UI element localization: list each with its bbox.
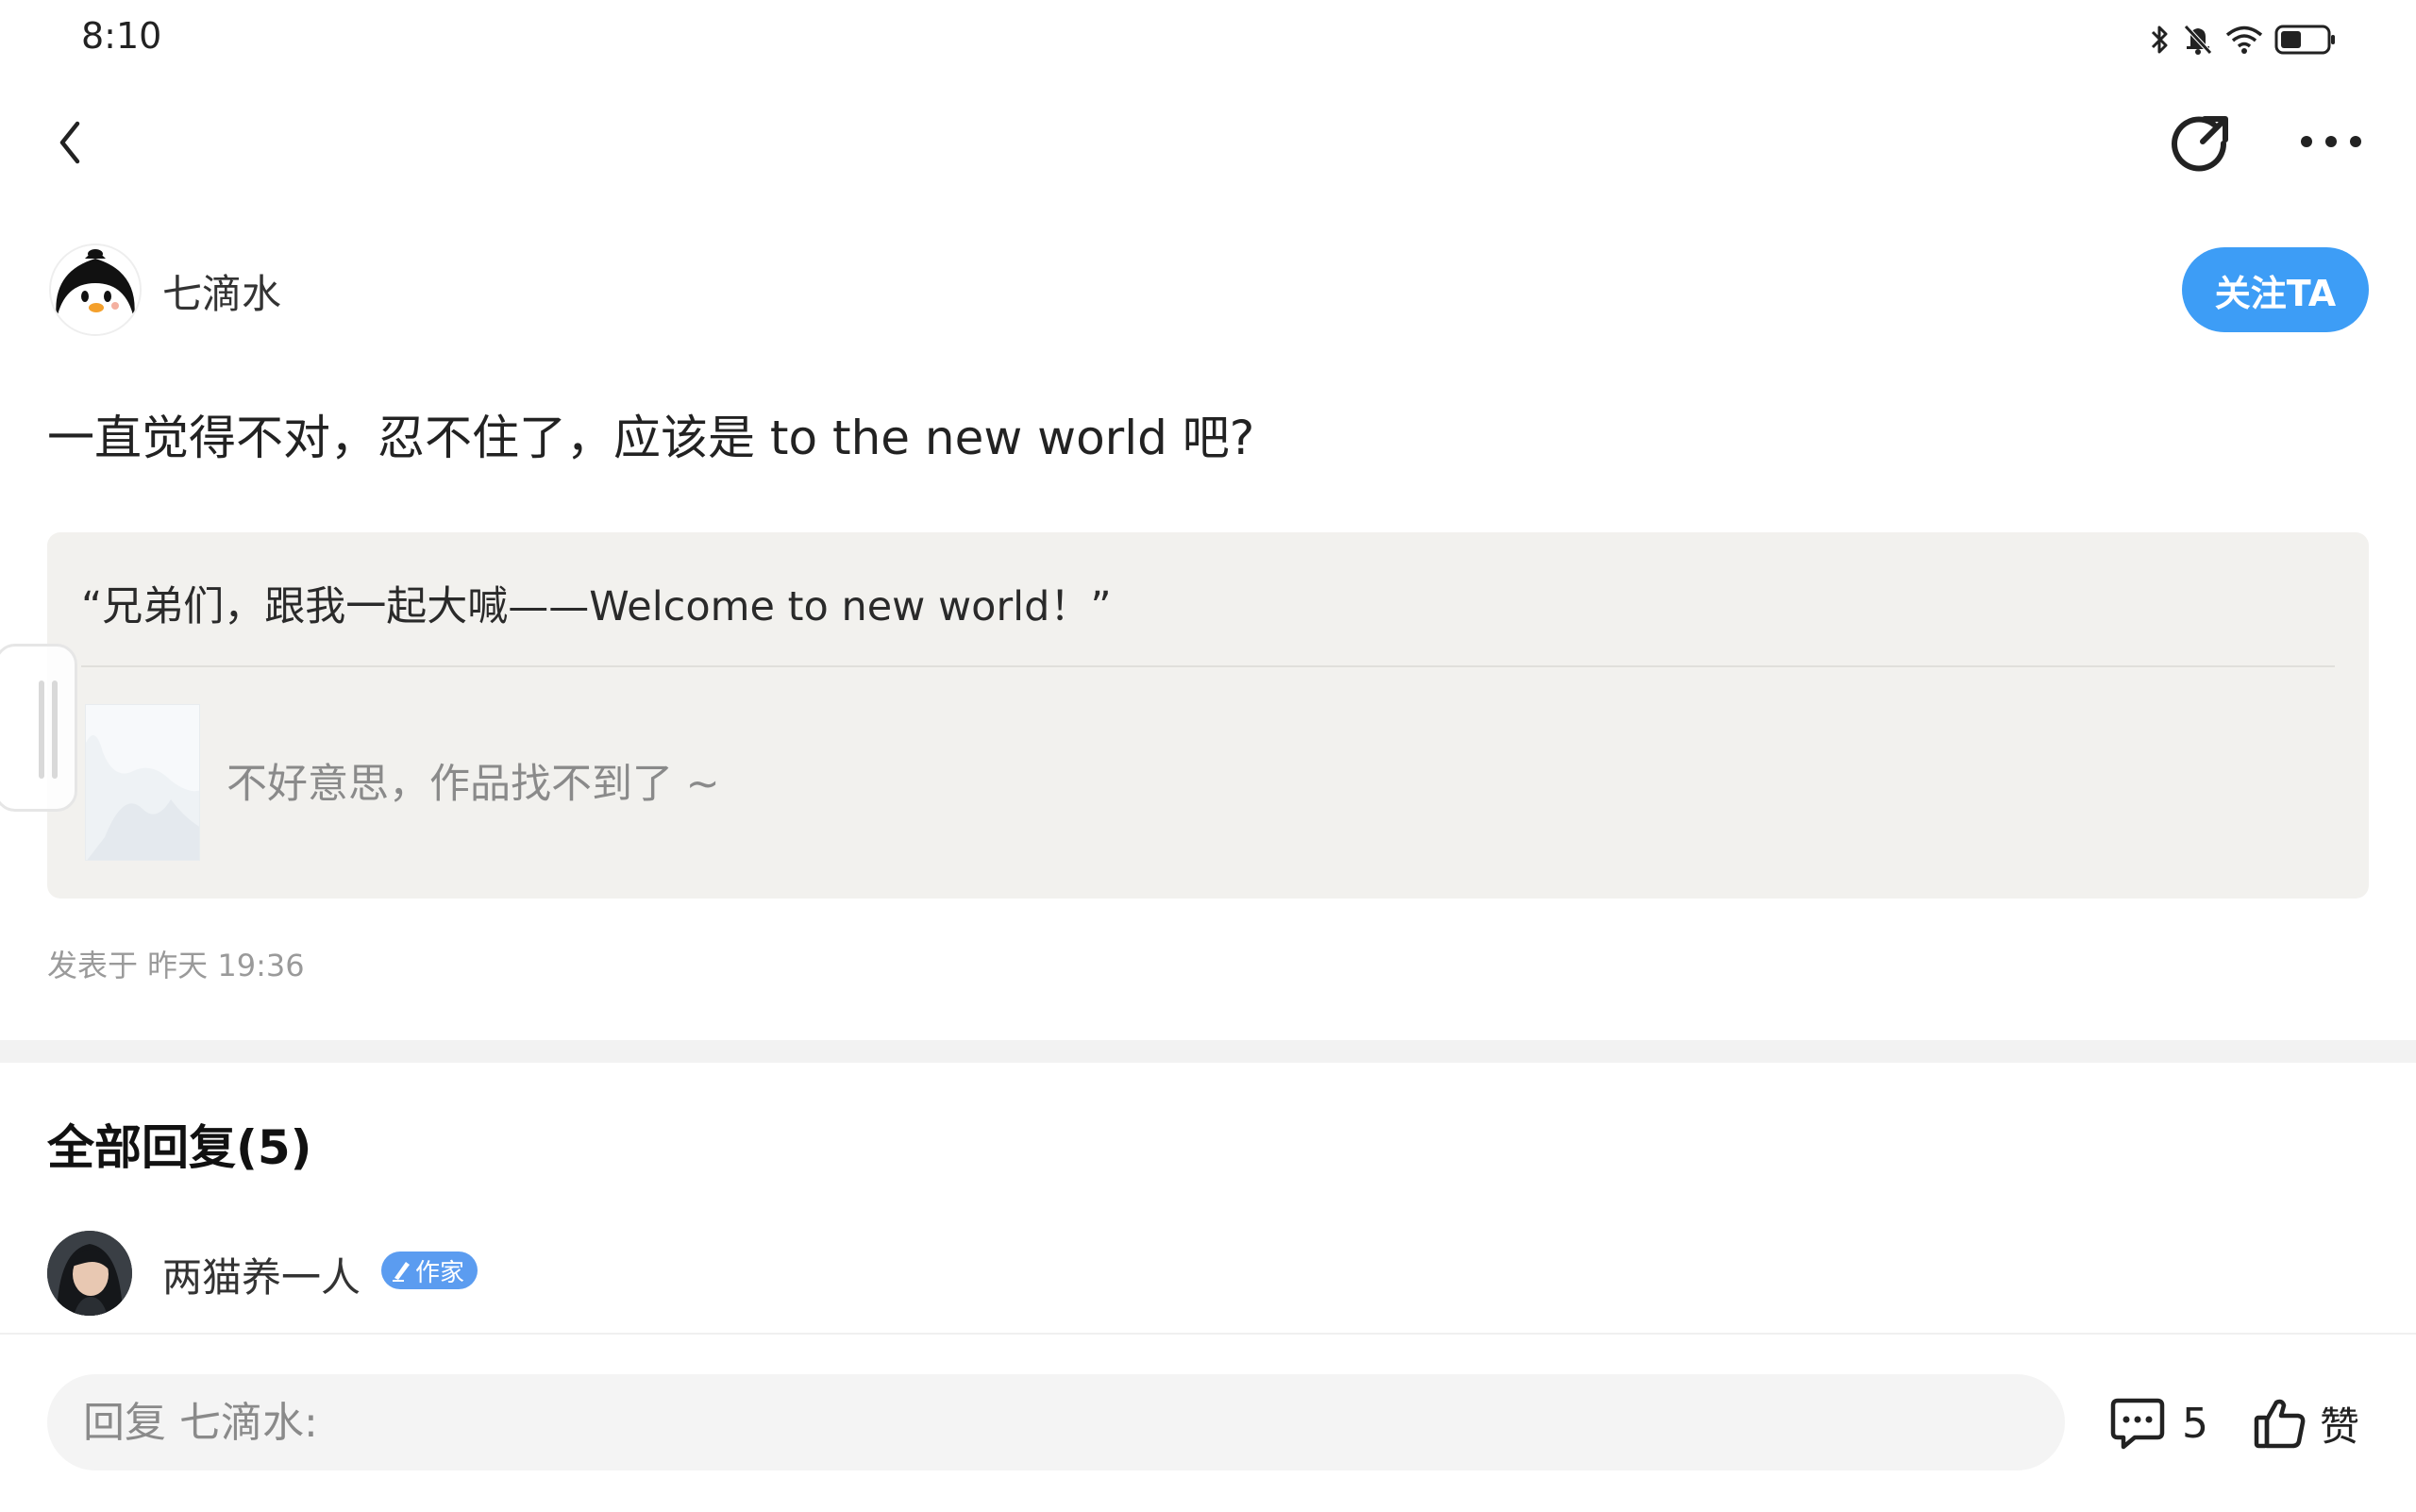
pen-icon — [393, 1262, 410, 1282]
more-button[interactable] — [2293, 113, 2369, 170]
side-drawer-handle[interactable] — [0, 644, 77, 812]
status-time: 8:10 — [81, 15, 162, 57]
replies-heading: 全部回复(5) — [47, 1120, 312, 1175]
post-text: 一直觉得不对，忍不住了，应该是 to the new world 吧? — [47, 411, 1255, 465]
author-name[interactable]: 七滴水 — [162, 262, 281, 320]
back-button[interactable] — [42, 109, 98, 176]
quote-text: “兄弟们，跟我一起大喊——Welcome to new world！” — [81, 583, 1112, 630]
reply-avatar[interactable] — [47, 1231, 132, 1316]
post-timestamp: 发表于 昨天 19:36 — [47, 948, 305, 983]
quote-divider — [81, 665, 2335, 667]
follow-button[interactable]: 关注TA — [2182, 247, 2369, 332]
author-avatar[interactable] — [49, 244, 142, 336]
user-photo-avatar-icon — [47, 1231, 132, 1316]
share-button[interactable] — [2163, 106, 2239, 181]
writer-badge: 作家 — [381, 1252, 478, 1289]
thumbs-up-icon — [2254, 1399, 2306, 1449]
mountain-placeholder-icon — [86, 705, 199, 860]
work-missing-text: 不好意思，作品找不到了 ~ — [226, 761, 720, 808]
like-label: 赞 — [2320, 1403, 2360, 1450]
comment-bubble-icon — [2110, 1398, 2165, 1450]
penguin-avatar-icon — [51, 245, 140, 334]
more-dots-icon — [2301, 136, 2361, 147]
chevron-left-icon — [59, 121, 80, 164]
reply-input[interactable] — [47, 1374, 2065, 1470]
wifi-icon — [2225, 25, 2263, 54]
bell-muted-icon — [2184, 25, 2212, 55]
share-arrow-icon — [2172, 116, 2228, 172]
comments-button[interactable]: 5 — [2110, 1387, 2208, 1459]
battery-icon — [2274, 25, 2335, 55]
bluetooth-icon — [2151, 25, 2168, 54]
section-divider — [0, 1040, 2416, 1063]
like-button[interactable]: 赞 — [2254, 1387, 2359, 1459]
handle-bar — [52, 680, 58, 779]
writer-badge-label: 作家 — [415, 1258, 465, 1287]
reply-author-name[interactable]: 两猫养一人 — [162, 1246, 361, 1303]
status-icons — [2150, 19, 2337, 60]
work-placeholder-thumbnail — [85, 704, 200, 861]
handle-bar — [39, 680, 44, 779]
comment-count: 5 — [2182, 1399, 2208, 1448]
